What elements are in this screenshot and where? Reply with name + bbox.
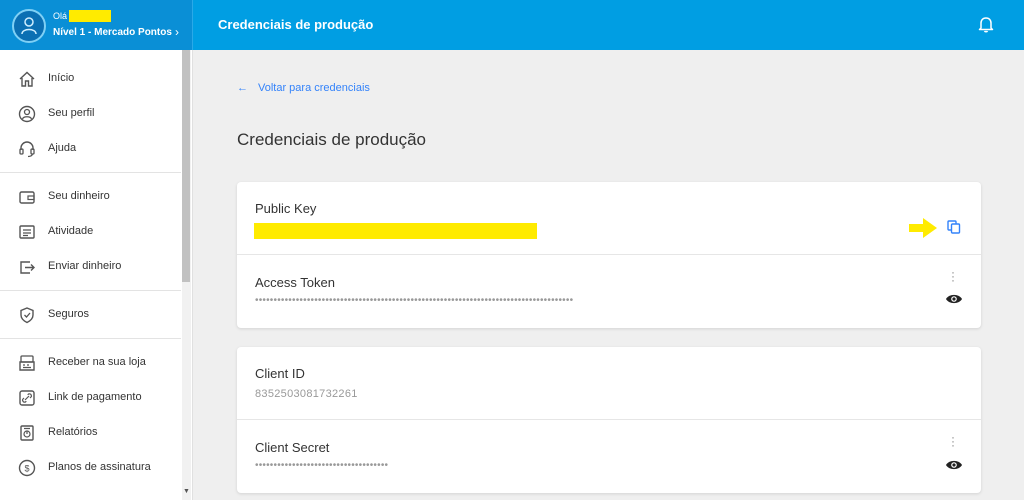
sidebar-item-receber-na-loja[interactable]: Receber na sua loja bbox=[0, 347, 181, 379]
store-register-icon bbox=[19, 355, 35, 371]
client-secret-label: Client Secret bbox=[255, 440, 330, 455]
user-icon bbox=[21, 17, 37, 35]
sidebar-item-ajuda[interactable]: Ajuda bbox=[0, 133, 181, 165]
sidebar-item-label: Seguros bbox=[48, 308, 89, 320]
client-secret-value: •••••••••••••••••••••••••••••••••••• bbox=[255, 460, 389, 471]
sidebar-item-seguros[interactable]: Seguros bbox=[0, 299, 181, 331]
access-token-value: ••••••••••••••••••••••••••••••••••••••••… bbox=[255, 295, 574, 306]
sidebar-item-label: Início bbox=[48, 72, 75, 84]
back-to-credentials-link[interactable]: ← Voltar para credenciais bbox=[237, 82, 370, 94]
back-link-label: Voltar para credenciais bbox=[258, 82, 370, 94]
sidebar-item-label: Atividade bbox=[48, 225, 94, 237]
top-bar: Olá Nível 1 - Mercado Pontos › Credencia… bbox=[0, 0, 1024, 50]
sidebar-item-label: Relatórios bbox=[48, 426, 98, 438]
access-token-label: Access Token bbox=[255, 275, 335, 290]
sidebar-divider bbox=[0, 290, 181, 291]
link-icon bbox=[19, 390, 35, 406]
sidebar-item-atividade[interactable]: Atividade bbox=[0, 216, 181, 248]
sidebar-item-label: Enviar dinheiro bbox=[48, 260, 122, 272]
access-token-more-icon[interactable]: · · · bbox=[951, 266, 955, 286]
shield-icon bbox=[20, 307, 34, 324]
row-divider bbox=[237, 254, 981, 255]
sidebar-item-label: Planos de assinatura bbox=[48, 461, 151, 473]
home-icon bbox=[19, 71, 35, 87]
sidebar-item-inicio[interactable]: Início bbox=[0, 63, 181, 95]
redacted-public-key bbox=[254, 223, 537, 239]
sidebar-item-enviar-dinheiro[interactable]: Enviar dinheiro bbox=[0, 251, 181, 283]
header-page-title: Credenciais de produção bbox=[218, 17, 374, 32]
client-secret-more-icon[interactable]: · · · bbox=[951, 431, 955, 451]
headset-icon bbox=[19, 141, 35, 158]
sidebar: Início Seu perfil Ajuda Seu dinheiro Ati… bbox=[0, 50, 193, 500]
user-menu[interactable]: Olá Nível 1 - Mercado Pontos › bbox=[0, 0, 193, 50]
chevron-right-icon[interactable]: › bbox=[175, 25, 179, 39]
sidebar-divider bbox=[0, 172, 181, 173]
avatar[interactable] bbox=[12, 9, 46, 43]
bell-icon[interactable] bbox=[977, 15, 995, 38]
svg-text:$: $ bbox=[24, 464, 29, 474]
send-money-icon bbox=[20, 261, 35, 274]
sidebar-item-label: Seu perfil bbox=[48, 107, 95, 119]
client-id-label: Client ID bbox=[255, 366, 305, 381]
subscription-icon: $ bbox=[18, 459, 36, 477]
sidebar-item-relatorios[interactable]: Relatórios bbox=[0, 417, 181, 449]
row-divider bbox=[237, 419, 981, 420]
page-title: Credenciais de produção bbox=[237, 130, 427, 149]
greeting-text: Olá bbox=[53, 11, 68, 21]
sidebar-item-seu-perfil[interactable]: Seu perfil bbox=[0, 98, 181, 130]
copy-icon[interactable] bbox=[947, 220, 961, 234]
report-icon bbox=[20, 425, 34, 441]
user-level: Nível 1 - Mercado Pontos bbox=[53, 27, 172, 38]
sidebar-scrollbar-thumb[interactable] bbox=[182, 50, 190, 282]
highlight-arrow-icon bbox=[909, 218, 937, 238]
credentials-card-client: Client ID 8352503081732261 Client Secret… bbox=[237, 347, 981, 493]
arrow-left-icon: ← bbox=[237, 82, 248, 94]
scroll-down-arrow-icon[interactable]: ▼ bbox=[182, 488, 191, 498]
sidebar-item-label: Ajuda bbox=[48, 142, 77, 154]
profile-icon bbox=[18, 105, 36, 123]
redacted-username bbox=[69, 10, 111, 22]
sidebar-item-seu-dinheiro[interactable]: Seu dinheiro bbox=[0, 181, 181, 213]
eye-icon[interactable] bbox=[945, 293, 963, 305]
sidebar-divider bbox=[0, 338, 181, 339]
eye-icon[interactable] bbox=[945, 459, 963, 471]
wallet-icon bbox=[19, 191, 35, 204]
credentials-card-keys: Public Key Access Token ••••••••••••••••… bbox=[237, 182, 981, 328]
activity-icon bbox=[19, 225, 35, 239]
public-key-label: Public Key bbox=[255, 201, 317, 216]
sidebar-item-link-de-pagamento[interactable]: Link de pagamento bbox=[0, 382, 181, 414]
sidebar-item-label: Link de pagamento bbox=[48, 391, 142, 403]
sidebar-item-label: Receber na sua loja bbox=[48, 356, 146, 368]
sidebar-item-label: Seu dinheiro bbox=[48, 190, 110, 202]
sidebar-item-planos-de-assinatura[interactable]: $ Planos de assinatura bbox=[0, 452, 181, 484]
client-id-value: 8352503081732261 bbox=[255, 388, 358, 400]
